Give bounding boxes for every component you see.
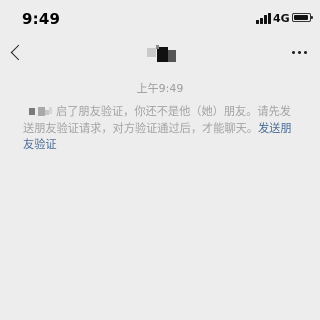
battery-tip <box>311 16 313 19</box>
chat-area: 上午9:49 启了朋友验证，你还不是他（她）朋友。请先发送朋友验证请求，对方验证… <box>0 72 320 320</box>
signal-bars-icon <box>256 12 272 24</box>
network-type-label: 4G <box>273 12 290 25</box>
battery-icon <box>292 13 313 22</box>
chat-header <box>0 34 320 72</box>
friend-verification-notice: 启了朋友验证，你还不是他（她）朋友。请先发送朋友验证请求，对方验证通过后，才能聊… <box>23 104 298 154</box>
message-timestamp: 上午9:49 <box>136 82 184 95</box>
chevron-left-icon <box>10 44 26 60</box>
status-bar: 9:49 4G <box>0 0 320 34</box>
battery-level <box>294 15 308 20</box>
system-message-text: 启了朋友验证，你还不是他（她）朋友。请先发送朋友验证请求，对方验证通过后，才能聊… <box>23 105 291 135</box>
more-dots-icon <box>291 50 295 54</box>
redacted-user-name <box>23 106 55 116</box>
more-options-button[interactable] <box>287 43 311 61</box>
back-button[interactable] <box>4 40 28 64</box>
status-time: 9:49 <box>22 10 61 28</box>
contact-name-redacted <box>145 45 179 63</box>
